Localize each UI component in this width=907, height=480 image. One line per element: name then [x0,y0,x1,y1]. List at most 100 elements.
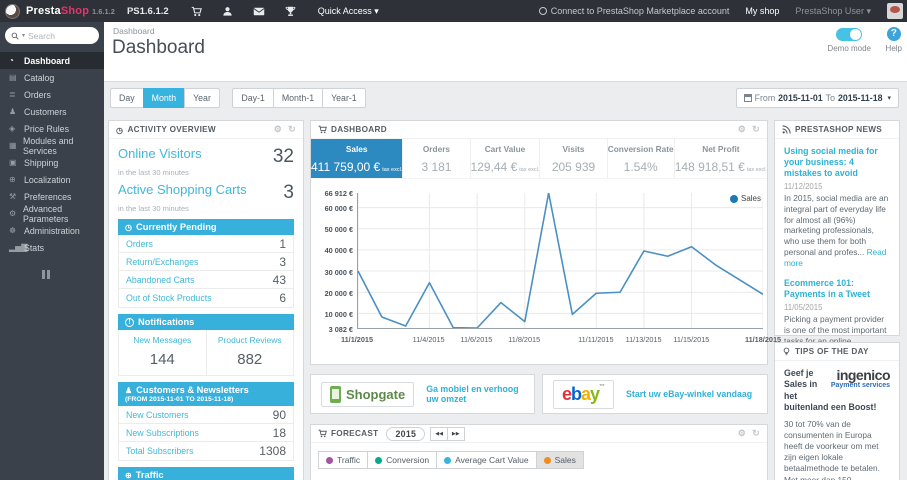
forecast-sales-button[interactable]: Sales [536,451,584,469]
cart-icon[interactable] [191,6,202,17]
range-year-1-button[interactable]: Year-1 [322,88,366,108]
traffic-dot [326,456,333,464]
shopgate-logo: Shopgate [321,381,415,407]
user-avatar[interactable] [887,3,903,19]
help-button[interactable]: ? Help [886,27,902,53]
help-icon: ? [886,27,901,41]
panel-title: DASHBOARD [331,125,387,134]
next-year-button[interactable]: ▶▶ [447,426,465,441]
rss-icon [782,125,791,134]
sidebar-item-localization[interactable]: ⊕ Localization [0,171,104,188]
phone-icon [330,385,341,403]
prestashop-news-panel: PRESTASHOP NEWS Using social media for y… [774,120,900,399]
kpi-conversion-rate[interactable]: Conversion Rate 1.54% [608,139,675,178]
product-reviews-link[interactable]: Product Reviews [209,335,292,345]
range-month-button[interactable]: Month [142,88,185,108]
shopgate-ad-panel: Shopgate Ga mobiel en verhoog uw omzet [310,374,535,414]
marketplace-link[interactable]: Connect to PrestaShop Marketplace accoun… [538,6,729,16]
panel-refresh-icon[interactable]: ↻ [288,124,296,135]
forecast-panel: FORECAST 2015 ◀◀ ▶▶ ⚙ ↻ Traffic Conversion… [310,424,768,480]
kpi-visits[interactable]: Visits 205 939 [540,139,608,178]
active-carts-link[interactable]: Active Shopping Carts [118,182,247,197]
range-month-1-button[interactable]: Month-1 [272,88,323,108]
forecast-conversion-button[interactable]: Conversion [368,451,438,469]
range-button-group-current: Day Month Year [110,88,220,108]
panel-settings-icon[interactable]: ⚙ [738,124,746,135]
pending-returns-link[interactable]: Return/Exchanges [126,257,198,267]
panel-settings-icon[interactable]: ⚙ [274,124,282,135]
sidebar-item-modules[interactable]: ▦ Modules and Services [0,136,104,156]
table-row: New Subscriptions 18 [119,424,293,442]
panel-refresh-icon[interactable]: ↻ [752,428,760,439]
news-article: Using social media for your business: 4 … [784,146,890,268]
forecast-year-selector[interactable]: 2015 [386,426,426,441]
sidebar-item-dashboard[interactable]: ◔ Dashboard [0,52,104,69]
my-shop-link[interactable]: My shop [745,6,779,16]
table-row: Return/Exchanges 3 [119,253,293,271]
table-row: Total Subscribers 1308 [126,444,286,458]
range-day-button[interactable]: Day [110,88,143,108]
forecast-traffic-button[interactable]: Traffic [318,451,369,469]
new-messages-link[interactable]: New Messages [121,335,204,345]
abandoned-carts-link[interactable]: Abandoned Carts [126,275,194,285]
kpi-orders[interactable]: Orders 3 181 [403,139,471,178]
sidebar-item-shipping[interactable]: ▣ Shipping [0,154,104,171]
sidebar-item-preferences[interactable]: ⚒ Preferences [0,188,104,205]
localization-icon: ⊕ [9,175,16,184]
pending-table: Orders 1 Return/Exchanges 3 Abandoned Cart… [118,235,294,308]
previous-year-button[interactable]: ◀◀ [430,426,448,441]
messages-icon[interactable] [253,6,265,17]
news-article-title[interactable]: Ecommerce 101: Payments in a Tweet [784,278,890,300]
forecast-avg-cart-value-button[interactable]: Average Cart Value [437,451,537,469]
range-button-group-previous: Day-1 Month-1 Year-1 [232,88,366,108]
pending-orders-link[interactable]: Orders [126,239,153,249]
customer-icon[interactable] [222,6,233,17]
sidebar: ▾ ◔Dashboard ▤Catalog ≣Orders ♟Customers… [0,22,104,480]
demo-mode-toggle[interactable] [836,28,863,41]
range-year-button[interactable]: Year [184,88,220,108]
sidebar-item-orders[interactable]: ≣ Orders [0,86,104,103]
brand-wordmark[interactable]: PrestaShop 1.6.1.2 [26,5,115,17]
date-range-picker[interactable]: From 2015-11-01 To 2015-11-18 ▾ [735,88,899,108]
out-of-stock-link[interactable]: Out of Stock Products [126,293,212,303]
sidebar-item-administration[interactable]: ☸ Administration [0,222,104,239]
preferences-icon: ⚒ [9,192,17,201]
kpi-sales[interactable]: Sales 411 759,00 € tax excl. [311,139,404,178]
kpi-net-profit[interactable]: Net Profit 148 918,51 € tax excl. [675,139,767,178]
chart-legend: Sales [729,194,761,203]
range-day-1-button[interactable]: Day-1 [232,88,273,108]
breadcrumb[interactable]: Dashboard [113,26,155,36]
total-subscribers-link[interactable]: Total Subscribers [126,446,193,456]
sidebar-search[interactable]: ▾ [5,27,99,44]
new-customers-link[interactable]: New Customers [126,410,189,420]
x-axis-tick: 11/8/2015 [508,335,541,344]
panel-refresh-icon[interactable]: ↻ [752,124,760,135]
user-menu[interactable]: PrestaShop User ▾ [795,6,871,17]
online-visitors-link[interactable]: Online Visitors [118,146,202,161]
y-axis-tick: 3 082 € [328,325,353,334]
trophy-icon[interactable] [285,6,296,17]
news-article-title[interactable]: Using social media for your business: 4 … [784,146,890,179]
sidebar-item-price-rules[interactable]: ◈ Price Rules [0,120,104,137]
shopgate-link[interactable]: Ga mobiel en verhoog uw omzet [426,384,524,404]
notifications-header: ! Notifications [118,314,294,330]
kpi-cart-value[interactable]: Cart Value 129,44 € tax excl. [471,139,541,178]
search-scope-caret-icon[interactable]: ▾ [22,32,25,39]
quick-access-menu[interactable]: Quick Access ▾ [318,6,379,17]
exclamation-icon: ! [125,317,134,327]
topbar: PrestaShop 1.6.1.2 PS1.6.1.2 Quick Access… [0,0,907,22]
table-row: Orders 1 [119,235,293,253]
new-subscriptions-link[interactable]: New Subscriptions [126,428,199,438]
sidebar-item-advanced-parameters[interactable]: ⚙ Advanced Parameters [0,204,104,224]
sidebar-item-customers[interactable]: ♟ Customers [0,103,104,120]
search-input[interactable] [28,30,85,41]
panel-settings-icon[interactable]: ⚙ [738,428,746,439]
customers-table: New Customers 90 New Subscriptions 18 Tota… [118,406,294,461]
sidebar-item-stats[interactable]: ▂▅▇ Stats [0,239,104,256]
ebay-link[interactable]: Start uw eBay-winkel vandaag [626,389,752,399]
active-carts-value: 3 [283,182,294,203]
tips-of-the-day-panel: TIPS OF THE DAY ingenico Payment service… [774,342,900,480]
sidebar-item-catalog[interactable]: ▤ Catalog [0,69,104,86]
sidebar-collapse-button[interactable] [42,270,104,279]
y-axis-tick: 10 000 € [324,310,353,320]
